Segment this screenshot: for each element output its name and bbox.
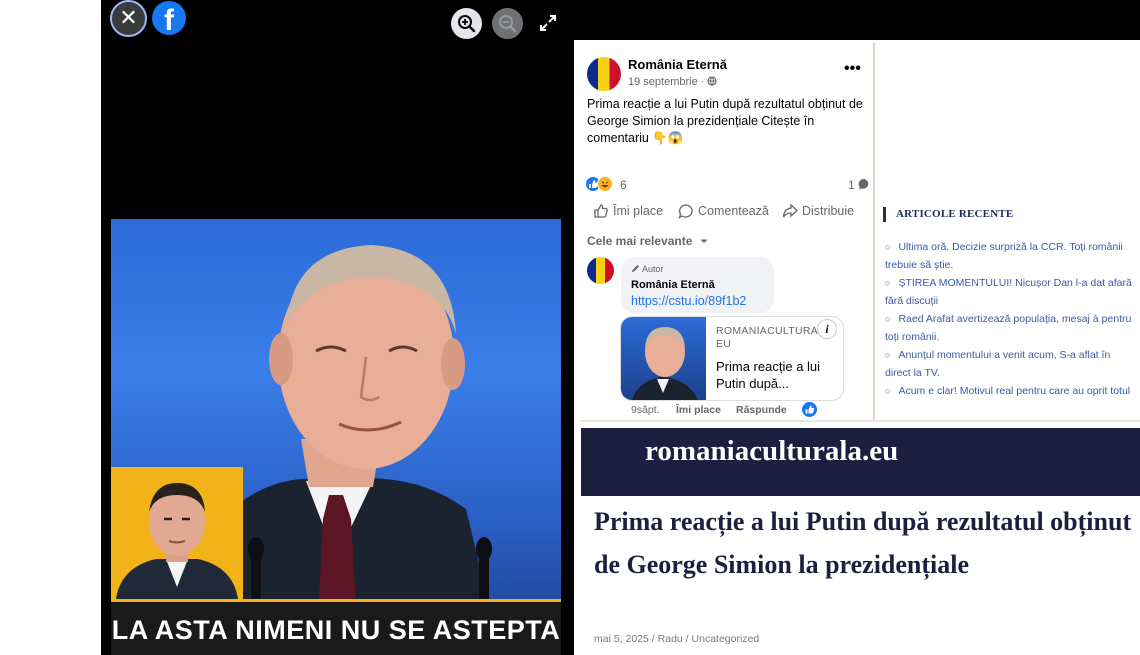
recent-article-link[interactable]: ○ Acum e clar! Motivul real pentru care a…	[885, 382, 1135, 400]
recent-articles-title: ARTICOLE RECENTE	[883, 207, 1013, 222]
info-icon[interactable]: i	[817, 319, 837, 339]
photo-caption: LA ASTA NIMENI NU SE ASTEPTA	[111, 615, 561, 645]
simion-portrait-illustration	[116, 483, 238, 599]
recent-articles-widget: ARTICOLE RECENTE ○ Ultima oră. Decizie su…	[877, 43, 1140, 420]
facebook-post: România Eternă 19 septembrie · ••• Prima…	[575, 43, 875, 420]
comment-like-reaction-icon[interactable]	[802, 402, 817, 417]
recent-articles-list: ○ Ultima oră. Decizie surpriză la CCR. To…	[885, 238, 1135, 400]
comment-like-button[interactable]: Îmi place	[676, 403, 721, 417]
more-options-button[interactable]: •••	[844, 61, 861, 77]
author-badge: Autor	[631, 264, 664, 275]
article-meta: mai 5, 2025 / Radu / Uncategorized	[594, 633, 760, 645]
site-header: romaniaculturala.eu	[581, 428, 1140, 496]
recent-article-link[interactable]: ○ ȘTIREA MOMENTULUI! Nicușor Dan l-a dat …	[885, 274, 1135, 310]
article-title: Prima reacție a lui Putin după rezultatu…	[594, 507, 1132, 579]
recent-article-link[interactable]: ○ Anunțul momentului a venit acum, S-a af…	[885, 346, 1135, 382]
haha-reaction-icon	[597, 176, 613, 192]
caption-accent-line	[111, 599, 561, 602]
close-icon: ✕	[119, 5, 138, 30]
link-preview-card[interactable]: ROMANIACULTURALA.EU Prima reacție a lui …	[620, 316, 844, 401]
site-name-link[interactable]: romaniaculturala.eu	[645, 433, 898, 469]
comment-bubble-icon	[858, 178, 869, 190]
pencil-icon	[632, 265, 639, 272]
zoom-out-button[interactable]	[492, 8, 523, 39]
globe-icon	[707, 76, 718, 86]
thumbnail-illustration	[631, 327, 698, 400]
inset-photo	[111, 467, 243, 599]
expand-icon[interactable]	[538, 13, 558, 33]
zoom-in-button[interactable]	[451, 8, 482, 39]
like-button[interactable]: Îmi place	[593, 202, 663, 220]
comment-bubble: Autor România Eternă https://cstu.io/89f…	[621, 257, 774, 313]
page-name[interactable]: România Eternă	[628, 57, 727, 73]
zoom-in-icon	[458, 15, 476, 33]
page-avatar[interactable]	[587, 57, 621, 91]
comment-icon	[678, 204, 693, 219]
top-black-bar	[574, 0, 1140, 40]
comment-reply-button[interactable]: Răspunde	[736, 403, 787, 417]
recent-article-link[interactable]: ○ Ultima oră. Decizie surpriză la CCR. To…	[885, 238, 1135, 274]
link-preview-title: Prima reacție a lui Putin după...	[716, 359, 821, 391]
article-category[interactable]: Uncategorized	[692, 633, 760, 645]
comment-button[interactable]: Comentează	[678, 202, 769, 220]
share-button[interactable]: Distribuie	[782, 202, 854, 220]
article-date[interactable]: mai 5, 2025	[594, 633, 649, 645]
recent-article-link[interactable]: ○ Raed Arafat avertizează populația, mesa…	[885, 310, 1135, 346]
post-photo: LA ASTA NIMENI NU SE ASTEPTA	[111, 219, 561, 655]
comment-sort-dropdown[interactable]: Cele mai relevante	[587, 233, 709, 249]
link-preview-thumbnail	[621, 317, 706, 400]
comment-count[interactable]: 1	[848, 177, 871, 193]
share-icon	[782, 203, 798, 218]
post-text: Prima reacție a lui Putin după rezultatu…	[587, 97, 863, 145]
chevron-down-icon	[700, 239, 708, 243]
facebook-logo-icon[interactable]: f	[152, 1, 186, 35]
thumbs-up-icon	[594, 204, 608, 218]
close-button[interactable]: ✕	[110, 0, 147, 37]
photo-caption-bar: LA ASTA NIMENI NU SE ASTEPTA	[111, 599, 561, 655]
screenshot-collage: ✕ f LA ASTA NIMENI NU SE ASTEPTA România…	[0, 0, 1140, 655]
zoom-out-icon	[499, 15, 517, 33]
comment-age[interactable]: 9săpt.	[631, 403, 660, 417]
comment-author-name[interactable]: România Eternă	[631, 278, 715, 292]
comment-link[interactable]: https://cstu.io/89f1b2	[631, 293, 746, 309]
reaction-count[interactable]: 6	[620, 177, 627, 193]
section-divider	[580, 420, 1140, 422]
comment-author-avatar[interactable]	[587, 257, 614, 284]
article-author[interactable]: Radu	[658, 633, 683, 645]
post-date[interactable]: 19 septembrie ·	[628, 75, 718, 89]
photo-viewer: ✕ f LA ASTA NIMENI NU SE ASTEPTA	[101, 0, 574, 655]
